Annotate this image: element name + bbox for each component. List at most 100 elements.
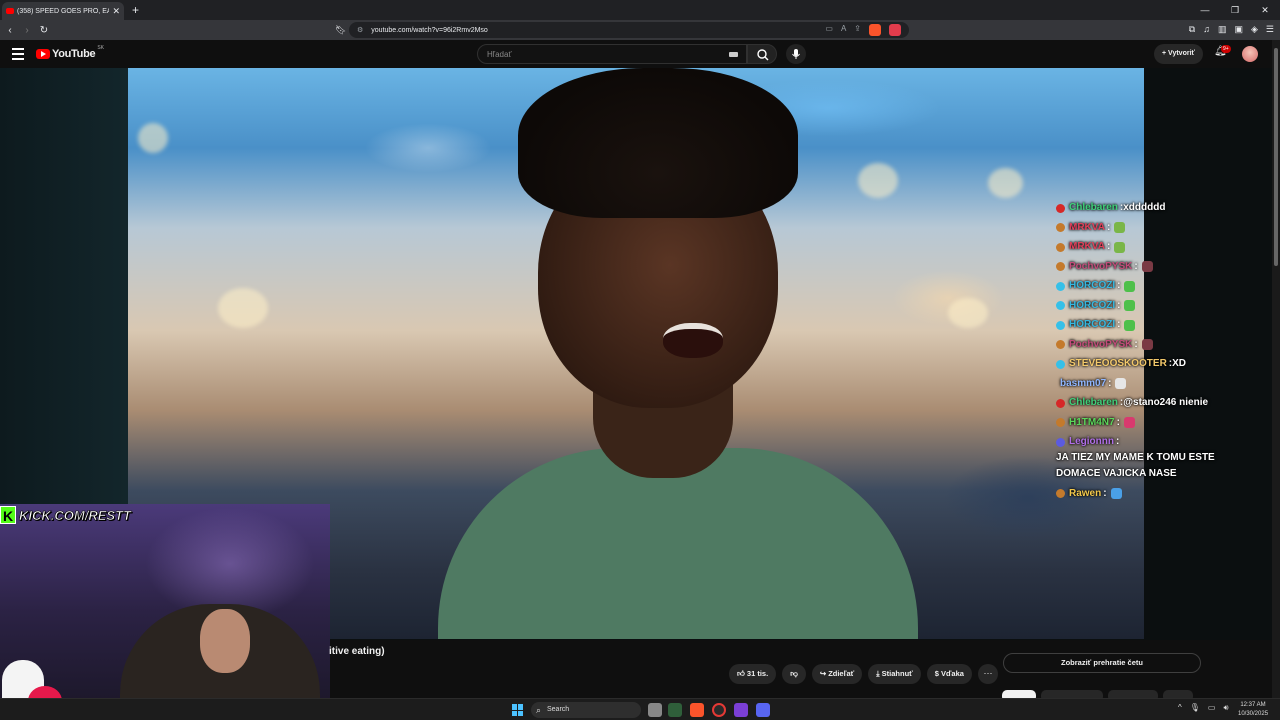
thanks-button[interactable]: $ Vďaka (926, 664, 972, 684)
share-icon: ↪ (819, 669, 829, 678)
back-icon[interactable]: ‹ (3, 25, 17, 36)
more-actions-icon[interactable]: ··· (977, 664, 998, 684)
page-scrollbar[interactable] (1272, 40, 1280, 698)
media-icon[interactable]: ♫ (1203, 24, 1210, 35)
site-info-icon[interactable]: ⚙ (357, 26, 363, 34)
wallet-icon[interactable]: ▣ (1234, 24, 1243, 35)
extensions-icon[interactable]: ⧉ (1189, 24, 1195, 35)
kick-watermark: K KICK.COM/RESTT (0, 505, 131, 525)
forward-icon[interactable]: › (20, 25, 34, 36)
browser-tab[interactable]: (358) SPEED GOES PRO, EATS ✕ (2, 2, 124, 20)
chat-badge-icon (1056, 262, 1065, 271)
menu-icon[interactable]: ☰ (1266, 24, 1274, 35)
chat-username[interactable]: HORCOZI (1069, 317, 1115, 333)
chrome-taskbar-icon[interactable] (712, 703, 726, 717)
chat-message: PochvoPYSK: (1056, 259, 1232, 275)
chat-message: Legionnn: JA TIEZ MY MAME K TOMU ESTE DO… (1056, 434, 1232, 482)
chat-separator: : (1103, 487, 1107, 499)
tray-volume-icon[interactable]: 🔊︎ (1223, 703, 1228, 713)
tray-network-icon[interactable]: ▭ (1208, 703, 1216, 713)
keyboard-icon[interactable] (729, 52, 738, 57)
taskbar-search[interactable]: Search (531, 702, 641, 718)
avatar[interactable] (1242, 46, 1258, 62)
address-bar[interactable]: 🔖︎ ⚙ youtube.com/watch?v=96i2Rmv2Mso ▭ A… (335, 22, 909, 38)
reload-icon[interactable]: ↻ (37, 25, 51, 36)
share-page-icon[interactable]: ⇪ (854, 24, 861, 36)
search-input[interactable]: Hľadať (477, 44, 747, 64)
close-window-icon[interactable]: ✕ (1250, 0, 1280, 20)
chat-username[interactable]: MRKVA (1069, 220, 1105, 236)
address-bar-icons: ▭ A ⇪ (825, 24, 901, 36)
voice-search-button[interactable] (786, 44, 806, 64)
chat-separator: : (1134, 338, 1138, 350)
chat-text: @stano246 nienie (1123, 397, 1209, 408)
download-button[interactable]: ⤓ Stiahnuť (868, 664, 921, 684)
scrollbar-thumb[interactable] (1274, 48, 1278, 266)
chat-text: xdddddd (1123, 202, 1166, 213)
chat-emote-icon (1115, 378, 1127, 389)
tray-chevron-icon[interactable]: ^ (1178, 703, 1182, 713)
youtube-logo[interactable]: YouTube SK (36, 45, 104, 60)
chat-message: H1TM4N7: (1056, 415, 1232, 431)
chat-username[interactable]: Rawen (1069, 486, 1101, 502)
translate-icon[interactable]: A (841, 24, 846, 36)
tray-mic-icon[interactable]: 🎙︎ (1190, 703, 1200, 713)
dislike-button[interactable]: 👎︎ (782, 664, 806, 684)
chat-badge-icon (1056, 359, 1065, 369)
chat-username[interactable]: HORCOZI (1069, 298, 1115, 314)
share-button[interactable]: ↪ Zdieľať (811, 664, 863, 684)
vpn-icon[interactable]: ◈ (1251, 24, 1258, 35)
chat-message: Rawen: (1056, 486, 1232, 502)
video-actions: 👍︎ 31 tis. 👎︎ ↪ Zdieľať ⤓ Stiahnuť $ Vďa… (729, 664, 998, 684)
xbox-icon[interactable] (668, 703, 682, 717)
brave-shields-icon[interactable] (869, 24, 881, 36)
background-light (988, 168, 1023, 198)
video-subject (378, 68, 938, 639)
search-button[interactable] (747, 44, 777, 64)
chat-username[interactable]: PochvoPYSK (1069, 337, 1132, 353)
create-button[interactable]: + Vytvoriť (1154, 44, 1203, 64)
notification-badge: 9+ (1221, 45, 1231, 53)
chat-username[interactable]: MRKVA (1069, 239, 1105, 255)
windows-start-icon[interactable] (512, 704, 524, 716)
chat-badge-icon (1056, 340, 1065, 349)
brave-taskbar-icon[interactable] (690, 703, 704, 717)
bookmark-icon[interactable]: 🔖︎ (335, 25, 346, 36)
guide-menu-icon[interactable] (12, 48, 24, 63)
brave-rewards-icon[interactable] (889, 24, 901, 36)
new-tab-icon[interactable]: + (132, 3, 139, 17)
discord-taskbar-icon[interactable] (756, 703, 770, 717)
restore-icon[interactable]: ❐ (1220, 0, 1250, 20)
cast-icon[interactable]: ▭ (825, 24, 833, 36)
chat-message: HORCOZI: (1056, 298, 1232, 314)
chat-username[interactable]: HORCOZI (1069, 278, 1115, 294)
close-tab-icon[interactable]: ✕ (112, 6, 120, 17)
chat-separator: : (1117, 280, 1121, 291)
chat-username[interactable]: Chlebaren (1069, 200, 1118, 216)
chat-separator: : (1116, 436, 1120, 447)
chat-username[interactable]: PochvoPYSK (1069, 259, 1132, 275)
chat-message: MRKVA: (1056, 220, 1232, 236)
tab-title: (358) SPEED GOES PRO, EATS (17, 7, 110, 15)
chat-badge-icon (1056, 301, 1065, 310)
like-count: 31 tis. (746, 669, 769, 678)
minimize-icon[interactable]: — (1190, 0, 1220, 20)
logo-text: YouTube (52, 48, 96, 60)
chat-username[interactable]: Legionnn (1069, 434, 1114, 450)
youtube-favicon-icon (6, 8, 14, 14)
browser-tab-strip: (358) SPEED GOES PRO, EATS ✕ + — ❐ ✕ (0, 0, 1280, 20)
show-chat-replay-button[interactable]: Zobraziť prehratie četu (1003, 653, 1201, 673)
country-code: SK (97, 45, 104, 51)
screen: (358) SPEED GOES PRO, EATS ✕ + — ❐ ✕ ‹ ›… (0, 0, 1280, 720)
taskbar-clock[interactable]: 12:37 AM 10/30/2025 (1238, 701, 1268, 719)
chat-username[interactable]: Chlebaren (1069, 395, 1118, 411)
app-taskbar-icon[interactable] (734, 703, 748, 717)
like-button[interactable]: 👍︎ 31 tis. (729, 664, 777, 684)
chat-username[interactable]: basmm07 (1060, 376, 1106, 392)
create-label: Vytvoriť (1168, 50, 1195, 57)
chat-username[interactable]: STEVEOOSKOOTER (1069, 356, 1167, 372)
chat-username[interactable]: H1TM4N7 (1069, 415, 1115, 431)
url-text: youtube.com/watch?v=96i2Rmv2Mso (371, 26, 488, 34)
file-explorer-icon[interactable] (648, 703, 662, 717)
sidebar-icon[interactable]: ▥ (1218, 24, 1227, 35)
